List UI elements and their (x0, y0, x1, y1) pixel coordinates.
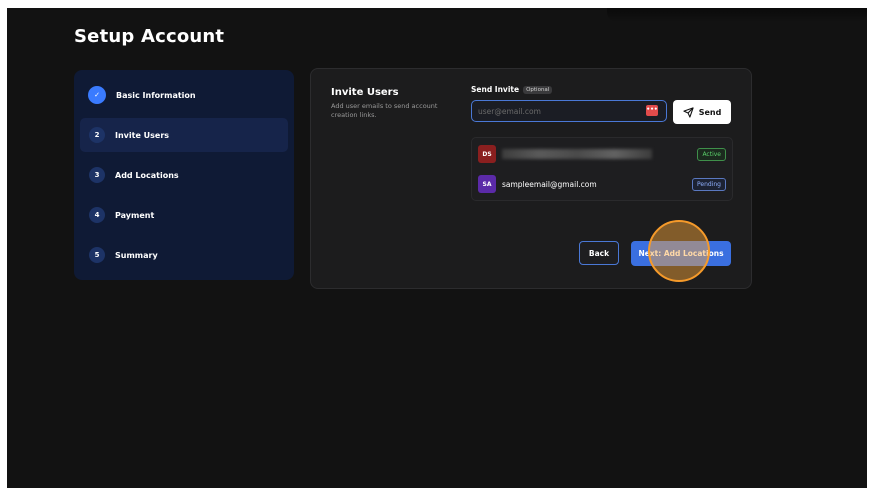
step-label: Add Locations (115, 170, 179, 180)
password-manager-icon[interactable]: ••• (646, 105, 658, 116)
step-label: Basic Information (116, 90, 196, 100)
steps-sidebar: ✓ Basic Information 2 Invite Users 3 Add… (74, 70, 294, 280)
back-button[interactable]: Back (579, 241, 619, 265)
status-badge: Pending (692, 177, 726, 191)
page-title: Setup Account (74, 26, 225, 47)
list-item: SA sampleemail@gmail.com Pending (478, 173, 726, 195)
section-title: Invite Users (331, 87, 399, 98)
send-button-label: Send (698, 107, 722, 117)
send-invite-label: Send Invite Optional (471, 85, 553, 94)
step-number: 3 (89, 167, 105, 183)
check-icon: ✓ (88, 86, 106, 104)
user-email: sampleemail@gmail.com (502, 179, 597, 189)
section-description: Add user emails to send account creation… (331, 102, 438, 119)
list-item: DS Active (478, 143, 726, 165)
top-shadow (607, 8, 867, 22)
step-label: Summary (115, 250, 158, 260)
invited-users-list: DS Active SA sampleemail@gmail.com Pendi… (471, 137, 733, 201)
send-button[interactable]: Send (673, 100, 731, 124)
step-label: Invite Users (115, 130, 170, 140)
step-label: Payment (115, 210, 155, 220)
step-basic-information[interactable]: ✓ Basic Information (80, 78, 288, 112)
step-add-locations[interactable]: 3 Add Locations (80, 158, 288, 192)
step-summary[interactable]: 5 Summary (80, 238, 288, 272)
avatar: SA (478, 175, 496, 193)
optional-badge: Optional (523, 85, 553, 94)
status-badge: Active (697, 147, 726, 161)
step-number: 2 (89, 127, 105, 143)
step-number: 5 (89, 247, 105, 263)
step-payment[interactable]: 4 Payment (80, 198, 288, 232)
step-number: 4 (89, 207, 105, 223)
step-invite-users[interactable]: 2 Invite Users (80, 118, 288, 152)
app-screen: Setup Account ✓ Basic Information 2 Invi… (7, 8, 867, 488)
email-input[interactable] (478, 104, 638, 118)
email-field[interactable]: ••• (471, 100, 667, 122)
redacted-email (502, 149, 652, 159)
send-invite-text: Send Invite (471, 85, 520, 94)
send-icon (683, 106, 694, 118)
next-add-locations-button[interactable]: Next: Add Locations (631, 241, 731, 266)
avatar: DS (478, 145, 496, 163)
invite-users-card: Invite Users Add user emails to send acc… (310, 68, 752, 289)
